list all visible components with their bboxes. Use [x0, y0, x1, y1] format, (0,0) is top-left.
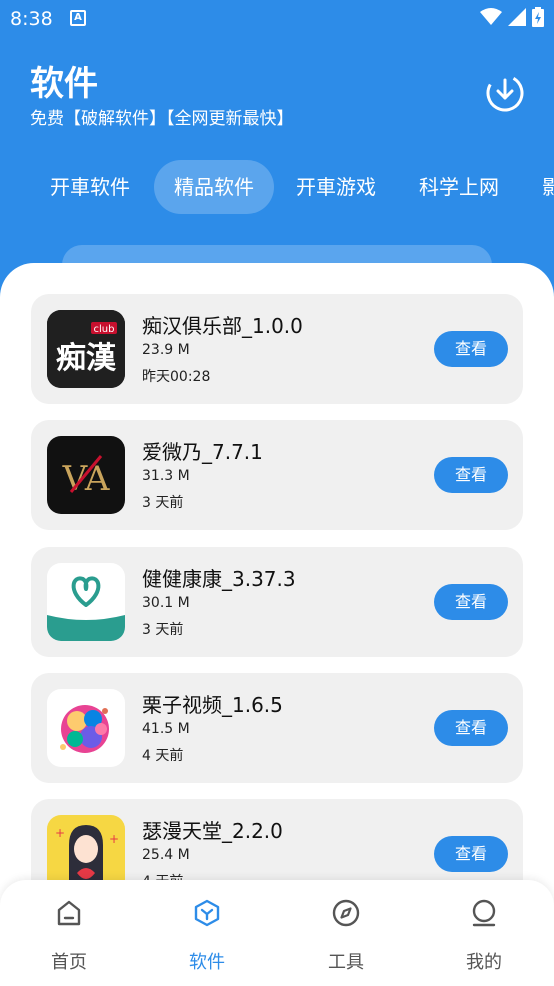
app-name: 爱微乃_7.7.1 — [142, 440, 263, 464]
nav-label: 首页 — [51, 952, 87, 973]
svg-text:+: + — [55, 826, 65, 840]
app-size: 25.4 M — [142, 847, 190, 863]
app-card[interactable]: VA 爱微乃_7.7.1 31.3 M 3 天前 查看 — [31, 420, 523, 530]
tab-3[interactable]: 科学上网 — [399, 160, 519, 214]
battery-icon — [532, 7, 544, 27]
nav-item-tools[interactable]: 工具 — [306, 898, 386, 974]
content-sheet: club 痴漢 痴汉俱乐部_1.0.0 23.9 M 昨天00:28 查看 VA… — [0, 263, 554, 986]
app-card[interactable]: 栗子视频_1.6.5 41.5 M 4 天前 查看 — [31, 673, 523, 783]
tab-1[interactable]: 精品软件 — [154, 160, 274, 214]
tab-4[interactable]: 影 — [522, 160, 554, 214]
notification-a-icon: A — [70, 10, 86, 26]
app-icon: club 痴漢 — [47, 310, 125, 388]
user-icon — [472, 899, 496, 927]
app-time: 昨天00:28 — [142, 369, 211, 385]
app-icon — [47, 563, 125, 641]
view-button[interactable]: 查看 — [434, 457, 508, 493]
app-time: 4 天前 — [142, 748, 184, 764]
header: 软件 免费【破解软件】【全网更新最快】 开車软件 精品软件 开車游戏 科学上网 … — [0, 38, 554, 268]
signal-icon — [508, 8, 526, 26]
app-size: 23.9 M — [142, 342, 190, 358]
app-time: 3 天前 — [142, 622, 184, 638]
nav-item-me[interactable]: 我的 — [444, 898, 524, 974]
app-icon: + + — [47, 815, 125, 883]
page-subtitle: 免费【破解软件】【全网更新最快】 — [30, 109, 294, 129]
status-time: 8:38 — [10, 8, 53, 30]
app-time: 3 天前 — [142, 495, 184, 511]
status-icons — [480, 7, 544, 27]
view-button[interactable]: 查看 — [434, 584, 508, 620]
cube-icon — [194, 899, 220, 927]
app-icon: VA — [47, 436, 125, 514]
svg-text:+: + — [109, 832, 119, 846]
app-card[interactable]: club 痴漢 痴汉俱乐部_1.0.0 23.9 M 昨天00:28 查看 — [31, 294, 523, 404]
category-tabs: 开車软件 精品软件 开車游戏 科学上网 影 — [0, 160, 554, 214]
svg-text:VA: VA — [62, 459, 110, 499]
download-icon[interactable] — [484, 72, 526, 114]
app-name: 瑟漫天堂_2.2.0 — [142, 819, 283, 843]
nav-label: 我的 — [466, 952, 502, 973]
bottom-nav: 首页 软件 工具 我的 — [0, 880, 554, 986]
tab-0[interactable]: 开車软件 — [30, 160, 150, 214]
app-icon — [47, 689, 125, 767]
svg-text:痴漢: 痴漢 — [56, 341, 117, 376]
app-name: 健健康康_3.37.3 — [142, 567, 296, 591]
compass-icon — [332, 899, 360, 927]
nav-label: 工具 — [328, 952, 364, 973]
app-name: 栗子视频_1.6.5 — [142, 693, 283, 717]
view-button[interactable]: 查看 — [434, 710, 508, 746]
wifi-icon — [480, 8, 502, 25]
view-button[interactable]: 查看 — [434, 331, 508, 367]
nav-item-software[interactable]: 软件 — [167, 898, 247, 974]
home-icon — [57, 900, 81, 926]
app-name: 痴汉俱乐部_1.0.0 — [142, 314, 303, 338]
app-size: 30.1 M — [142, 595, 190, 611]
app-size: 31.3 M — [142, 468, 190, 484]
app-card[interactable]: 健健康康_3.37.3 30.1 M 3 天前 查看 — [31, 547, 523, 657]
app-size: 41.5 M — [142, 721, 190, 737]
app-card[interactable]: + + 瑟漫天堂_2.2.0 25.4 M 4 天前 查看 — [31, 799, 523, 883]
svg-text:club: club — [94, 324, 115, 335]
tab-2[interactable]: 开車游戏 — [276, 160, 396, 214]
app-list: club 痴漢 痴汉俱乐部_1.0.0 23.9 M 昨天00:28 查看 VA… — [0, 263, 554, 883]
view-button[interactable]: 查看 — [434, 836, 508, 872]
nav-item-home[interactable]: 首页 — [29, 898, 109, 974]
status-bar: 8:38 A — [0, 0, 554, 38]
page-title: 软件 — [30, 64, 98, 104]
nav-label: 软件 — [189, 952, 225, 973]
